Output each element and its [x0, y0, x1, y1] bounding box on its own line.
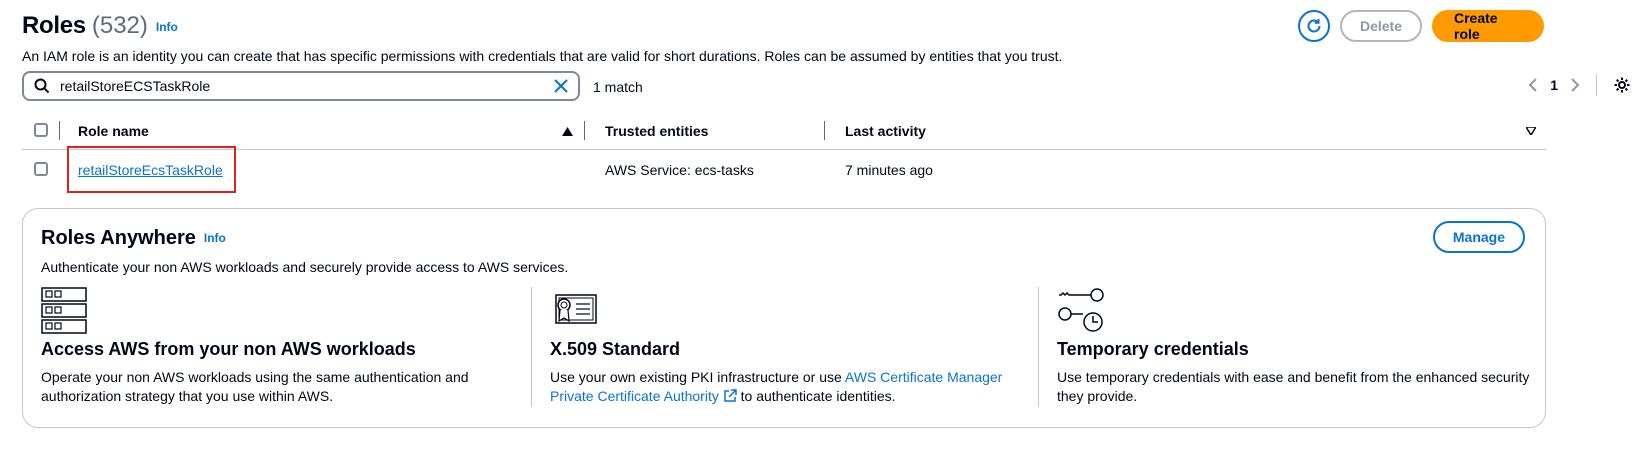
external-link-icon[interactable] — [723, 389, 737, 403]
settings-gear-icon[interactable] — [1613, 76, 1631, 94]
pager-divider — [1596, 74, 1597, 96]
panel-info-link[interactable]: Info — [204, 231, 226, 245]
page-header: Roles (532) Info — [22, 12, 178, 40]
chevron-right-icon[interactable] — [1570, 78, 1580, 92]
manage-button[interactable]: Manage — [1432, 221, 1525, 253]
last-activity-cell: 7 minutes ago — [845, 162, 933, 178]
clear-icon[interactable] — [554, 79, 568, 93]
chevron-left-icon[interactable] — [1528, 78, 1538, 92]
create-role-button[interactable]: Create role — [1432, 10, 1544, 42]
feature-text-before: Use your own existing PKI infrastructure… — [550, 369, 845, 385]
feature-workloads: Access AWS from your non AWS workloads O… — [41, 287, 531, 406]
page-title: Roles — [22, 12, 86, 39]
feature-text: Operate your non AWS workloads using the… — [41, 369, 469, 404]
feature-title: Access AWS from your non AWS workloads — [41, 339, 416, 359]
feature-temp-credentials: Temporary credentials Use temporary cred… — [1057, 287, 1547, 406]
server-rack-icon — [41, 287, 531, 335]
feature-title: Temporary credentials — [1057, 339, 1249, 359]
highlight-box — [67, 146, 236, 193]
sort-descending-icon[interactable] — [1526, 127, 1536, 135]
trusted-entities-cell: AWS Service: ecs-tasks — [605, 162, 754, 178]
feature-title: X.509 Standard — [550, 339, 681, 359]
column-divider — [59, 121, 60, 140]
column-divider[interactable] — [824, 121, 825, 140]
table-header: Role name Trusted entities Last activity — [22, 115, 1546, 150]
column-role-name[interactable]: Role name — [78, 123, 149, 139]
roles-table: Role name Trusted entities Last activity… — [22, 115, 1546, 190]
feature-text-after: to authenticate identities. — [736, 388, 896, 404]
panel-description: Authenticate your non AWS workloads and … — [41, 259, 569, 275]
feature-divider — [531, 287, 532, 407]
page-number[interactable]: 1 — [1550, 77, 1558, 93]
search-icon — [34, 78, 50, 94]
feature-text: Use your own existing PKI infrastructure… — [550, 368, 1040, 406]
feature-text: Use temporary credentials with ease and … — [1057, 369, 1530, 404]
search-input[interactable]: retailStoreECSTaskRole — [22, 71, 580, 101]
pagination: 1 — [1528, 74, 1631, 96]
column-last-activity[interactable]: Last activity — [845, 123, 926, 139]
column-divider[interactable] — [584, 121, 585, 140]
roles-count: (532) — [91, 12, 148, 39]
feature-divider — [1038, 287, 1039, 407]
header-actions: Delete Create role — [1298, 10, 1544, 42]
panel-header: Roles Anywhere Info — [41, 227, 226, 250]
refresh-button[interactable] — [1298, 10, 1330, 42]
search-value[interactable]: retailStoreECSTaskRole — [60, 78, 554, 94]
keys-clock-icon — [1057, 287, 1547, 335]
select-all-checkbox[interactable] — [34, 123, 48, 137]
panel-title: Roles Anywhere — [41, 227, 196, 249]
feature-x509: X.509 Standard Use your own existing PKI… — [550, 287, 1040, 406]
table-row: retailStoreEcsTaskRole AWS Service: ecs-… — [22, 150, 1546, 190]
match-count: 1 match — [593, 79, 643, 95]
info-link[interactable]: Info — [156, 20, 178, 34]
certificate-icon — [550, 287, 1040, 335]
refresh-icon — [1307, 19, 1321, 33]
row-checkbox[interactable] — [34, 162, 48, 176]
page-description: An IAM role is an identity you can creat… — [22, 48, 1063, 64]
delete-button[interactable]: Delete — [1340, 10, 1422, 42]
roles-anywhere-panel: Roles Anywhere Info Authenticate your no… — [22, 208, 1546, 428]
column-trusted-entities[interactable]: Trusted entities — [605, 123, 708, 139]
sort-ascending-icon[interactable] — [562, 127, 573, 136]
